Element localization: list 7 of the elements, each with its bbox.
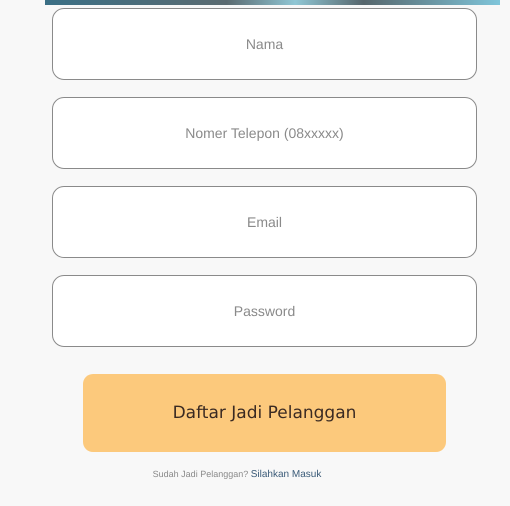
login-prompt: Sudah Jadi Pelanggan? Silahkan Masuk <box>152 469 322 480</box>
input-field[interactable]: Email <box>52 186 477 258</box>
register-button[interactable]: Daftar Jadi Pelanggan <box>83 374 446 452</box>
input-field[interactable]: Nama <box>52 8 477 80</box>
input-field[interactable]: Password <box>52 275 477 347</box>
input-field[interactable]: Nomer Telepon (08xxxxx) <box>52 97 477 169</box>
login-link[interactable]: Silahkan Masuk <box>250 469 322 480</box>
